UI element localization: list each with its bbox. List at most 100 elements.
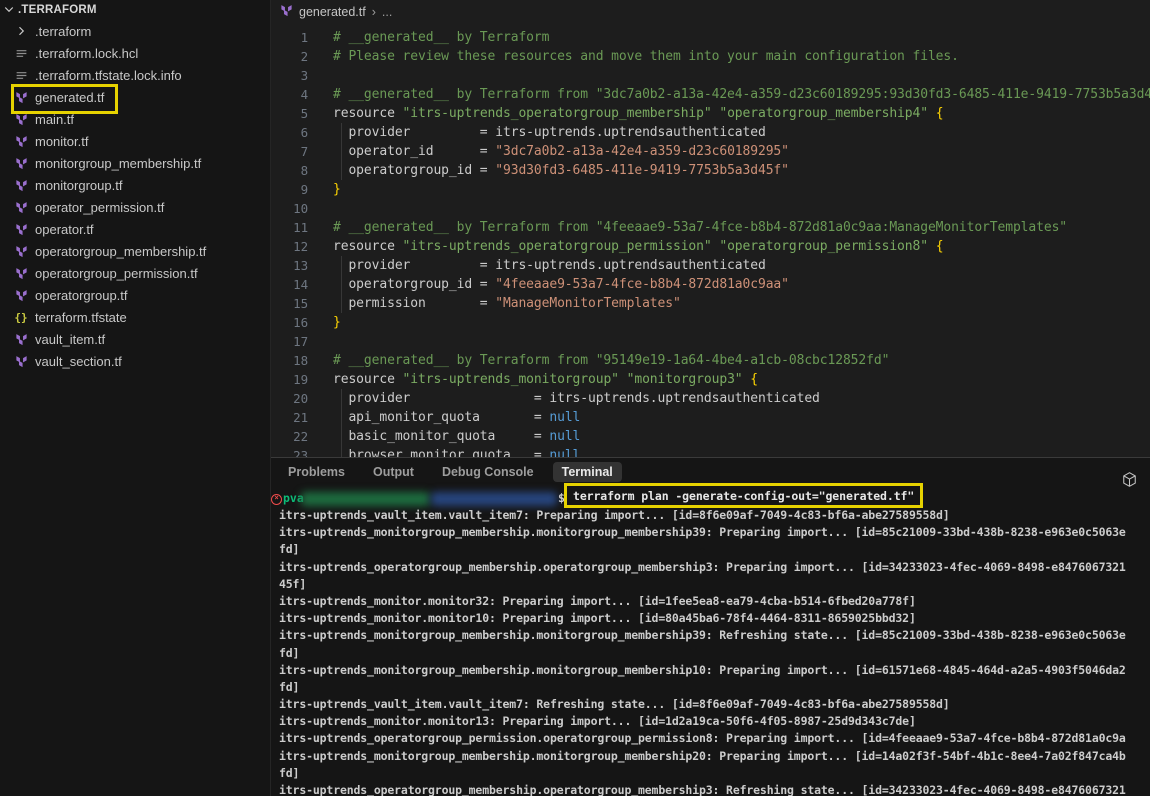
line-number: 7 [271, 142, 308, 161]
line-text: browser_monitor_quota = null [333, 446, 580, 457]
code-line-21: 21 api_monitor_quota = null [271, 408, 1150, 427]
terminal-line: itrs-uptrends_monitorgroup_membership.mo… [279, 662, 1150, 679]
panel-tab-output[interactable]: Output [364, 462, 423, 482]
line-number: 18 [271, 351, 308, 370]
line-number: 3 [271, 66, 308, 85]
sidebar-item-monitorgroup-membership-tf[interactable]: monitorgroup_membership.tf [0, 152, 270, 174]
terminal-line: fd] [279, 541, 1150, 558]
terminal-line: itrs-uptrends_monitorgroup_membership.mo… [279, 748, 1150, 765]
line-text: resource "itrs-uptrends_operatorgroup_pe… [333, 237, 943, 256]
file-label: monitorgroup_membership.tf [35, 156, 201, 171]
sidebar-item-operator-permission-tf[interactable]: operator_permission.tf [0, 196, 270, 218]
breadcrumb-separator: › [372, 5, 376, 19]
file-label: main.tf [35, 112, 74, 127]
code-line-7: 7 operator_id = "3dc7a0b2-a13a-42e4-a359… [271, 142, 1150, 161]
sidebar-item-operatorgroup-membership-tf[interactable]: operatorgroup_membership.tf [0, 240, 270, 262]
sidebar-item-operatorgroup-permission-tf[interactable]: operatorgroup_permission.tf [0, 262, 270, 284]
line-number: 21 [271, 408, 308, 427]
sidebar-item-monitorgroup-tf[interactable]: monitorgroup.tf [0, 174, 270, 196]
line-number: 19 [271, 370, 308, 389]
file-label: operatorgroup.tf [35, 288, 128, 303]
bottom-panel: ProblemsOutputDebug ConsoleTerminal × pv… [271, 457, 1150, 796]
code-line-19: 19 resource "itrs-uptrends_monitorgroup" … [271, 370, 1150, 389]
redacted-host-blur [301, 492, 430, 506]
sidebar-item-terraform[interactable]: .terraform [0, 20, 270, 42]
line-number: 5 [271, 104, 308, 123]
file-label: operator_permission.tf [35, 200, 164, 215]
terminal-line: itrs-uptrends_monitor.monitor13: Prepari… [279, 713, 1150, 730]
line-number: 9 [271, 180, 308, 199]
code-line-3: 3 [271, 66, 1150, 85]
line-text: # __generated__ by Terraform from "3dc7a… [333, 85, 1150, 104]
sidebar-item-terraform-tfstate-lock-info[interactable]: .terraform.tfstate.lock.info [0, 64, 270, 86]
sidebar-item-vault-item-tf[interactable]: vault_item.tf [0, 328, 270, 350]
code-line-13: 13 provider = itrs-uptrends.uptrendsauth… [271, 256, 1150, 275]
highlight-annotation-command: terraform plan -generate-config-out="gen… [564, 483, 923, 508]
code-line-11: 11# __generated__ by Terraform from "4fe… [271, 218, 1150, 237]
line-number: 20 [271, 389, 308, 408]
terminal-line: itrs-uptrends_monitor.monitor32: Prepari… [279, 593, 1150, 610]
sidebar-item-operatorgroup-tf[interactable]: operatorgroup.tf [0, 284, 270, 306]
file-label: vault_section.tf [35, 354, 122, 369]
terminal-line: fd] [279, 645, 1150, 662]
line-number: 13 [271, 256, 308, 275]
chevron-down-icon [3, 3, 15, 18]
sidebar-item-operator-tf[interactable]: operator.tf [0, 218, 270, 240]
line-text: # __generated__ by Terraform from "95149… [333, 351, 889, 370]
file-label: monitor.tf [35, 134, 88, 149]
sidebar-item-terraform-lock-hcl[interactable]: .terraform.lock.hcl [0, 42, 270, 64]
sidebar-item-monitor-tf[interactable]: monitor.tf [0, 130, 270, 152]
line-text: operatorgroup_id = "93d30fd3-6485-411e-9… [333, 161, 789, 180]
terminal-line: itrs-uptrends_monitor.monitor10: Prepari… [279, 610, 1150, 627]
line-text: provider = itrs-uptrends.uptrendsauthent… [333, 123, 766, 142]
panel-tab-debug-console[interactable]: Debug Console [433, 462, 543, 482]
terminal-line: 45f] [279, 576, 1150, 593]
file-label: operatorgroup_membership.tf [35, 244, 206, 259]
code-editor[interactable]: generated.tf › ... 1# __generated__ by T… [271, 0, 1150, 457]
terraform-icon [280, 4, 293, 20]
breadcrumb[interactable]: generated.tf › ... [280, 0, 392, 24]
panel-tabs: Problems Output Debug Console Terminal [271, 458, 1150, 486]
terminal-line: itrs-uptrends_vault_item.vault_item7: Re… [279, 696, 1150, 713]
breadcrumb-file: generated.tf [299, 5, 366, 19]
vscode-window: .TERRAFORM .terraform .terraform.lock.hcl… [0, 0, 1150, 796]
line-number: 2 [271, 47, 308, 66]
sidebar-item-generated-tf[interactable]: generated.tf [0, 86, 270, 108]
terminal-line: fd] [279, 765, 1150, 782]
terminal-line: itrs-uptrends_operatorgroup_membership.o… [279, 559, 1150, 576]
line-number: 14 [271, 275, 308, 294]
line-text: resource "itrs-uptrends_monitorgroup" "m… [333, 370, 758, 389]
code-line-12: 12resource "itrs-uptrends_operatorgroup_… [271, 237, 1150, 256]
terminal-line: itrs-uptrends_operatorgroup_membership.o… [279, 782, 1150, 796]
json-icon: {} [13, 309, 29, 325]
terraform-icon [13, 133, 29, 149]
file-label: .terraform [35, 24, 91, 39]
panel-tab-terminal[interactable]: Terminal [553, 462, 622, 482]
sidebar-item-main-tf[interactable]: main.tf [0, 108, 270, 130]
error-circle-icon: × [271, 494, 282, 505]
panel-tab-problems[interactable]: Problems [279, 462, 354, 482]
explorer-section-header[interactable]: .TERRAFORM [0, 0, 270, 20]
line-number: 22 [271, 427, 308, 446]
line-number: 16 [271, 313, 308, 332]
code-line-9: 9} [271, 180, 1150, 199]
terminal-line: itrs-uptrends_vault_item.vault_item7: Pr… [279, 507, 1150, 524]
sidebar-item-vault-section-tf[interactable]: vault_section.tf [0, 350, 270, 372]
code-line-2: 2 # Please review these resources and mov… [271, 47, 1150, 66]
chevron-right-icon [13, 23, 29, 39]
line-text: # Please review these resources and move… [333, 47, 959, 66]
terminal-output[interactable]: itrs-uptrends_vault_item.vault_item7: Pr… [279, 507, 1150, 796]
terraform-icon [13, 243, 29, 259]
line-text: # __generated__ by Terraform from "4feea… [333, 218, 1067, 237]
sidebar-item-terraform-tfstate[interactable]: {}terraform.tfstate [0, 306, 270, 328]
file-label: vault_item.tf [35, 332, 105, 347]
code-line-14: 14 operatorgroup_id = "4feeaae9-53a7-4fc… [271, 275, 1150, 294]
terraform-icon [13, 199, 29, 215]
file-label: operator.tf [35, 222, 94, 237]
line-text: } [333, 180, 341, 199]
code-line-6: 6 provider = itrs-uptrends.uptrendsauthe… [271, 123, 1150, 142]
terraform-icon [13, 353, 29, 369]
code-line-22: 22 basic_monitor_quota = null [271, 427, 1150, 446]
breadcrumb-ellipsis[interactable]: ... [382, 5, 392, 19]
terminal-command: terraform plan -generate-config-out="gen… [573, 489, 914, 503]
